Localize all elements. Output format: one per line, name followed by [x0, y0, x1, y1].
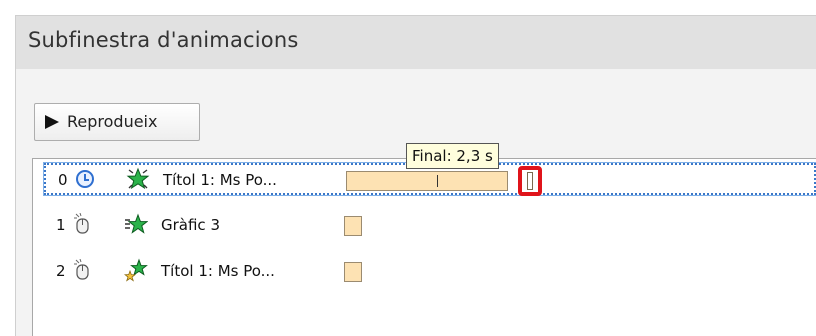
clock-icon [76, 170, 94, 188]
end-handle-grip [527, 172, 533, 190]
pane-title: Subfinestra d'animacions [28, 28, 299, 52]
animation-order-number: 0 [58, 171, 68, 189]
timing-bar[interactable] [346, 171, 508, 191]
timing-bar[interactable] [344, 216, 362, 236]
mouse-click-icon [74, 213, 89, 234]
animation-label: Títol 1: Ms Po... [161, 262, 275, 280]
animation-pane: Subfinestra d'animacions Reprodueix 0 Tí… [0, 0, 816, 336]
play-icon [45, 115, 59, 129]
animation-label: Gràfic 3 [161, 216, 220, 234]
animation-order-number: 2 [56, 262, 66, 280]
end-time-handle[interactable] [518, 166, 542, 196]
play-button-label: Reprodueix [67, 112, 158, 131]
star-motion-icon [124, 258, 148, 282]
animation-label: Títol 1: Ms Po... [163, 171, 277, 189]
timing-cursor [437, 175, 438, 187]
animation-row-1[interactable]: 1 Gràfic 3 [44, 210, 816, 242]
play-button[interactable]: Reprodueix [34, 103, 200, 141]
mouse-click-icon [74, 259, 89, 280]
animation-row-2[interactable]: 2 Títol 1: Ms Po... [44, 256, 816, 288]
timing-bar[interactable] [344, 262, 362, 282]
end-time-tooltip: Final: 2,3 s [406, 143, 499, 169]
pane-header: Subfinestra d'animacions [15, 15, 816, 69]
star-emphasis-icon [125, 213, 148, 234]
star-spin-icon [126, 167, 150, 190]
animation-order-number: 1 [56, 216, 66, 234]
